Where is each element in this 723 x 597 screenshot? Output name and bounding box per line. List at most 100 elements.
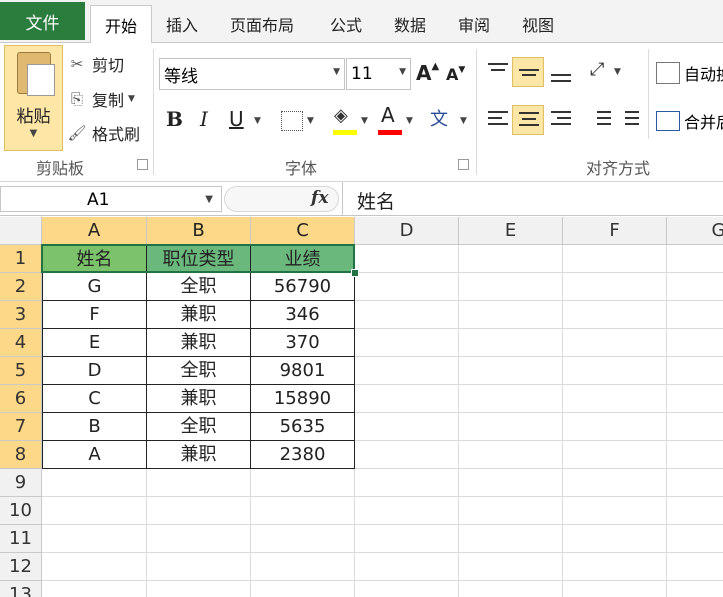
empty-cell[interactable]	[251, 497, 355, 525]
table-cell[interactable]: 5635	[251, 413, 355, 441]
bold-button[interactable]: B	[166, 107, 183, 131]
borders-icon[interactable]	[281, 111, 303, 131]
clipboard-dialog-launcher-icon[interactable]	[137, 159, 148, 170]
empty-cell[interactable]	[355, 497, 459, 525]
empty-cell[interactable]	[563, 581, 667, 597]
table-cell[interactable]: 兼职	[147, 441, 251, 469]
empty-cell[interactable]	[667, 525, 723, 553]
empty-cell[interactable]	[459, 497, 563, 525]
table-cell[interactable]: 56790	[251, 273, 355, 301]
empty-cell[interactable]	[459, 301, 563, 329]
table-cell[interactable]: 346	[251, 301, 355, 329]
table-cell[interactable]: 15890	[251, 385, 355, 413]
increase-indent-icon[interactable]	[617, 108, 641, 132]
tab-page-layout[interactable]: 页面布局	[230, 12, 294, 36]
empty-cell[interactable]	[667, 357, 723, 385]
empty-cell[interactable]	[667, 329, 723, 357]
row-header-12[interactable]: 12	[0, 553, 42, 581]
row-header-7[interactable]: 7	[0, 413, 42, 441]
empty-cell[interactable]	[459, 245, 563, 273]
shrink-font-icon[interactable]: A▼	[446, 65, 465, 84]
column-header-a[interactable]: A	[42, 217, 147, 245]
empty-cell[interactable]	[251, 553, 355, 581]
table-cell[interactable]: 9801	[251, 357, 355, 385]
row-header-2[interactable]: 2	[0, 273, 42, 301]
empty-cell[interactable]	[667, 581, 723, 597]
table-cell[interactable]: 2380	[251, 441, 355, 469]
decrease-indent-icon[interactable]	[589, 108, 613, 132]
empty-cell[interactable]	[563, 413, 667, 441]
table-cell[interactable]: 全职	[147, 357, 251, 385]
tab-view[interactable]: 视图	[522, 12, 554, 36]
select-all-corner[interactable]	[0, 217, 42, 245]
italic-button[interactable]: I	[200, 107, 208, 131]
paste-button[interactable]: 粘贴 ▼	[4, 45, 63, 151]
chevron-down-icon[interactable]: ▼	[254, 116, 261, 126]
table-header-cell[interactable]: 业绩	[251, 245, 355, 273]
table-cell[interactable]: D	[42, 357, 147, 385]
column-header-b[interactable]: B	[147, 217, 251, 245]
empty-cell[interactable]	[147, 497, 251, 525]
empty-cell[interactable]	[563, 525, 667, 553]
empty-cell[interactable]	[667, 469, 723, 497]
chevron-down-icon[interactable]: ▼	[205, 194, 213, 205]
fill-color-icon[interactable]: ◈	[334, 105, 348, 126]
row-header-11[interactable]: 11	[0, 525, 42, 553]
align-right-icon[interactable]	[549, 108, 573, 132]
table-cell[interactable]: 兼职	[147, 301, 251, 329]
empty-cell[interactable]	[459, 273, 563, 301]
table-cell[interactable]: 全职	[147, 413, 251, 441]
empty-cell[interactable]	[42, 525, 147, 553]
empty-cell[interactable]	[147, 553, 251, 581]
empty-cell[interactable]	[355, 357, 459, 385]
column-header-e[interactable]: E	[459, 217, 563, 245]
align-left-icon[interactable]	[486, 108, 510, 132]
chevron-down-icon[interactable]: ▼	[406, 116, 413, 126]
align-middle-icon[interactable]	[512, 57, 544, 87]
wrap-text-button[interactable]: 自动换	[656, 61, 723, 85]
empty-cell[interactable]	[563, 469, 667, 497]
empty-cell[interactable]	[251, 525, 355, 553]
empty-cell[interactable]	[563, 441, 667, 469]
table-header-cell[interactable]: 姓名	[42, 245, 147, 273]
table-cell[interactable]: B	[42, 413, 147, 441]
font-color-icon[interactable]: A	[381, 103, 395, 127]
row-header-5[interactable]: 5	[0, 357, 42, 385]
empty-cell[interactable]	[42, 581, 147, 597]
tab-insert[interactable]: 插入	[166, 12, 198, 36]
empty-cell[interactable]	[355, 525, 459, 553]
table-cell[interactable]: F	[42, 301, 147, 329]
empty-cell[interactable]	[251, 581, 355, 597]
empty-cell[interactable]	[147, 581, 251, 597]
table-cell[interactable]: 兼职	[147, 329, 251, 357]
font-size-select[interactable]: 11 ▼	[346, 58, 411, 90]
empty-cell[interactable]	[563, 329, 667, 357]
formula-input[interactable]: 姓名	[357, 187, 395, 214]
align-bottom-icon[interactable]	[549, 60, 573, 84]
phonetic-guide-icon[interactable]: 文	[430, 105, 448, 131]
empty-cell[interactable]	[459, 581, 563, 597]
column-header-f[interactable]: F	[563, 217, 667, 245]
empty-cell[interactable]	[563, 273, 667, 301]
tab-data[interactable]: 数据	[394, 12, 426, 36]
empty-cell[interactable]	[355, 245, 459, 273]
empty-cell[interactable]	[563, 357, 667, 385]
empty-cell[interactable]	[667, 385, 723, 413]
format-painter-button[interactable]: 🖌 格式刷	[66, 120, 140, 146]
table-cell[interactable]: A	[42, 441, 147, 469]
empty-cell[interactable]	[355, 469, 459, 497]
empty-cell[interactable]	[459, 525, 563, 553]
font-dialog-launcher-icon[interactable]	[458, 159, 469, 170]
empty-cell[interactable]	[563, 245, 667, 273]
chevron-down-icon[interactable]: ▼	[307, 116, 314, 126]
fill-handle[interactable]	[351, 269, 359, 277]
table-cell[interactable]: E	[42, 329, 147, 357]
empty-cell[interactable]	[42, 469, 147, 497]
empty-cell[interactable]	[355, 273, 459, 301]
insert-function-icon[interactable]: fx	[311, 188, 328, 208]
row-header-1[interactable]: 1	[0, 245, 42, 273]
tab-review[interactable]: 审阅	[458, 12, 490, 36]
row-header-13[interactable]: 13	[0, 581, 42, 597]
empty-cell[interactable]	[147, 525, 251, 553]
empty-cell[interactable]	[667, 553, 723, 581]
